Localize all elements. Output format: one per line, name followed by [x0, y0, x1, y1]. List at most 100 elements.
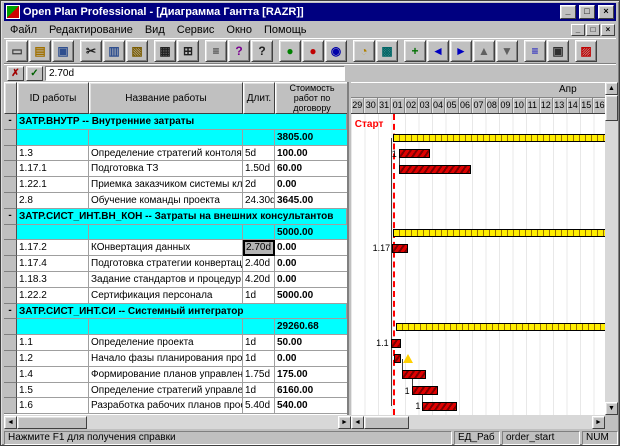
view-gantt-button[interactable]: ≡ — [524, 40, 546, 62]
table-scroll-left-button[interactable]: ◄ — [4, 416, 17, 429]
scroll-down-button[interactable]: ▼ — [605, 402, 618, 415]
cell-cost[interactable]: 50.00 — [275, 335, 347, 351]
go-next-button[interactable]: ► — [450, 40, 472, 62]
cost-chart-button[interactable]: ◉ — [325, 40, 347, 62]
close-view-button[interactable]: ▨ — [575, 40, 597, 62]
cell-cost[interactable]: 5000.00 — [275, 225, 347, 241]
save-button[interactable]: ▣ — [52, 40, 74, 62]
gantt-horizontal-scrollbar[interactable]: ◄ ► — [351, 415, 605, 429]
cell-duration[interactable]: 1d — [243, 288, 275, 304]
cell-cost[interactable]: 0.00 — [275, 177, 347, 193]
row-gutter[interactable] — [4, 272, 17, 288]
cell-name[interactable]: Формирование планов управления — [89, 367, 243, 383]
cell-name[interactable]: Сертификация персонала — [89, 288, 243, 304]
new-document-button[interactable]: ▭ — [6, 40, 28, 62]
minimize-button[interactable]: _ — [560, 5, 576, 19]
cell-duration[interactable]: 4.20d — [243, 272, 275, 288]
row-gutter[interactable]: - — [4, 209, 17, 225]
cell-name[interactable]: Обучение команды проекта — [89, 193, 243, 209]
cell-cost[interactable]: 175.00 — [275, 367, 347, 383]
cell-cost[interactable]: 6160.00 — [275, 383, 347, 399]
row-gutter[interactable] — [4, 367, 17, 383]
cell-name[interactable]: Определение стратегий контоля и отч — [89, 146, 243, 162]
cell-name[interactable] — [89, 319, 243, 335]
cell-id[interactable] — [17, 130, 89, 146]
cell-name[interactable]: КОнвертация данных — [89, 240, 243, 256]
row-gutter[interactable] — [4, 146, 17, 162]
cell-duration[interactable]: 1.50d — [243, 161, 275, 177]
row-gutter[interactable] — [4, 130, 17, 146]
move-down-button[interactable]: ▼ — [496, 40, 518, 62]
cell-cost[interactable]: 3645.00 — [275, 193, 347, 209]
app-icon[interactable] — [6, 5, 20, 19]
move-up-button[interactable]: ▲ — [473, 40, 495, 62]
table-scroll-right-button[interactable]: ► — [338, 416, 351, 429]
row-gutter[interactable] — [4, 177, 17, 193]
scroll-up-button[interactable]: ▲ — [605, 82, 618, 95]
cell-cost[interactable]: 3805.00 — [275, 130, 347, 146]
cell-duration[interactable]: 2d — [243, 177, 275, 193]
task-bar[interactable] — [399, 165, 472, 174]
cell-id[interactable]: 1.1 — [17, 335, 89, 351]
accept-edit-button[interactable]: ✓ — [26, 66, 43, 81]
menu-view[interactable]: Вид — [139, 23, 171, 37]
row-gutter[interactable] — [4, 193, 17, 209]
go-previous-button[interactable]: ◄ — [427, 40, 449, 62]
menu-help[interactable]: Помощь — [258, 23, 313, 37]
cell-cost[interactable]: 29260.68 — [275, 319, 347, 335]
cell-duration[interactable]: 2.40d — [243, 256, 275, 272]
print-button[interactable]: ▦ — [154, 40, 176, 62]
summary-bar[interactable] — [396, 323, 608, 331]
cell-duration[interactable] — [243, 130, 275, 146]
row-gutter[interactable] — [4, 225, 17, 241]
cell-duration[interactable]: 1d — [243, 351, 275, 367]
task-bar[interactable] — [412, 386, 439, 395]
mdi-restore-button[interactable]: □ — [586, 24, 600, 36]
cell-cost[interactable]: 0.00 — [275, 256, 347, 272]
task-bar[interactable] — [394, 354, 401, 363]
summary-bar[interactable] — [393, 134, 607, 142]
cell-name[interactable]: Подготовка стратегии конвертации — [89, 256, 243, 272]
cell-id[interactable]: 1.3 — [17, 146, 89, 162]
cell-name[interactable]: Подготовка ТЗ — [89, 161, 243, 177]
cell-duration[interactable] — [243, 225, 275, 241]
menu-file[interactable]: Файл — [4, 23, 43, 37]
cell-cost[interactable]: 100.00 — [275, 146, 347, 162]
cell-cost[interactable]: 5000.00 — [275, 288, 347, 304]
help-button[interactable]: ? — [228, 40, 250, 62]
view-screen-button[interactable]: ▣ — [547, 40, 569, 62]
task-bar[interactable] — [399, 149, 430, 158]
cell-id[interactable]: 1.22.2 — [17, 288, 89, 304]
row-gutter[interactable] — [4, 351, 17, 367]
vertical-scrollbar[interactable]: ▲ ▼ — [605, 82, 618, 415]
row-gutter[interactable] — [4, 256, 17, 272]
row-gutter[interactable] — [4, 240, 17, 256]
calculate-button[interactable]: ▩ — [376, 40, 398, 62]
cell-cost[interactable]: 0.00 — [275, 272, 347, 288]
cell-name[interactable] — [89, 225, 243, 241]
copy-button[interactable]: ▥ — [103, 40, 125, 62]
cell-id[interactable]: 1.22.1 — [17, 177, 89, 193]
menu-tools[interactable]: Сервис — [171, 23, 221, 37]
cell-id[interactable]: 1.6 — [17, 398, 89, 414]
row-gutter[interactable]: - — [4, 304, 17, 320]
cell-name[interactable]: Начало фазы планирования проекта — [89, 351, 243, 367]
cell-duration[interactable]: 24.30d — [243, 193, 275, 209]
cell-duration[interactable]: 5d — [243, 146, 275, 162]
cell-id[interactable] — [17, 319, 89, 335]
cell-id[interactable]: 1.17.2 — [17, 240, 89, 256]
cell-id[interactable]: 1.5 — [17, 383, 89, 399]
cut-button[interactable]: ✂ — [80, 40, 102, 62]
cell-name[interactable]: Задание стандартов и процедур по д — [89, 272, 243, 288]
row-gutter[interactable]: - — [4, 114, 17, 130]
context-help-button[interactable]: ? — [251, 40, 273, 62]
row-gutter[interactable] — [4, 319, 17, 335]
print-preview-button[interactable]: ⊞ — [177, 40, 199, 62]
cell-id[interactable]: 1.4 — [17, 367, 89, 383]
cell-name[interactable]: Определение стратегий управления и — [89, 383, 243, 399]
cell-duration[interactable]: 1.75d — [243, 367, 275, 383]
cell-name[interactable]: Приемка заказчиком системы клиент — [89, 177, 243, 193]
cell-name[interactable]: Определение проекта — [89, 335, 243, 351]
open-folder-button[interactable]: ▤ — [29, 40, 51, 62]
vertical-scroll-track[interactable] — [605, 121, 618, 402]
